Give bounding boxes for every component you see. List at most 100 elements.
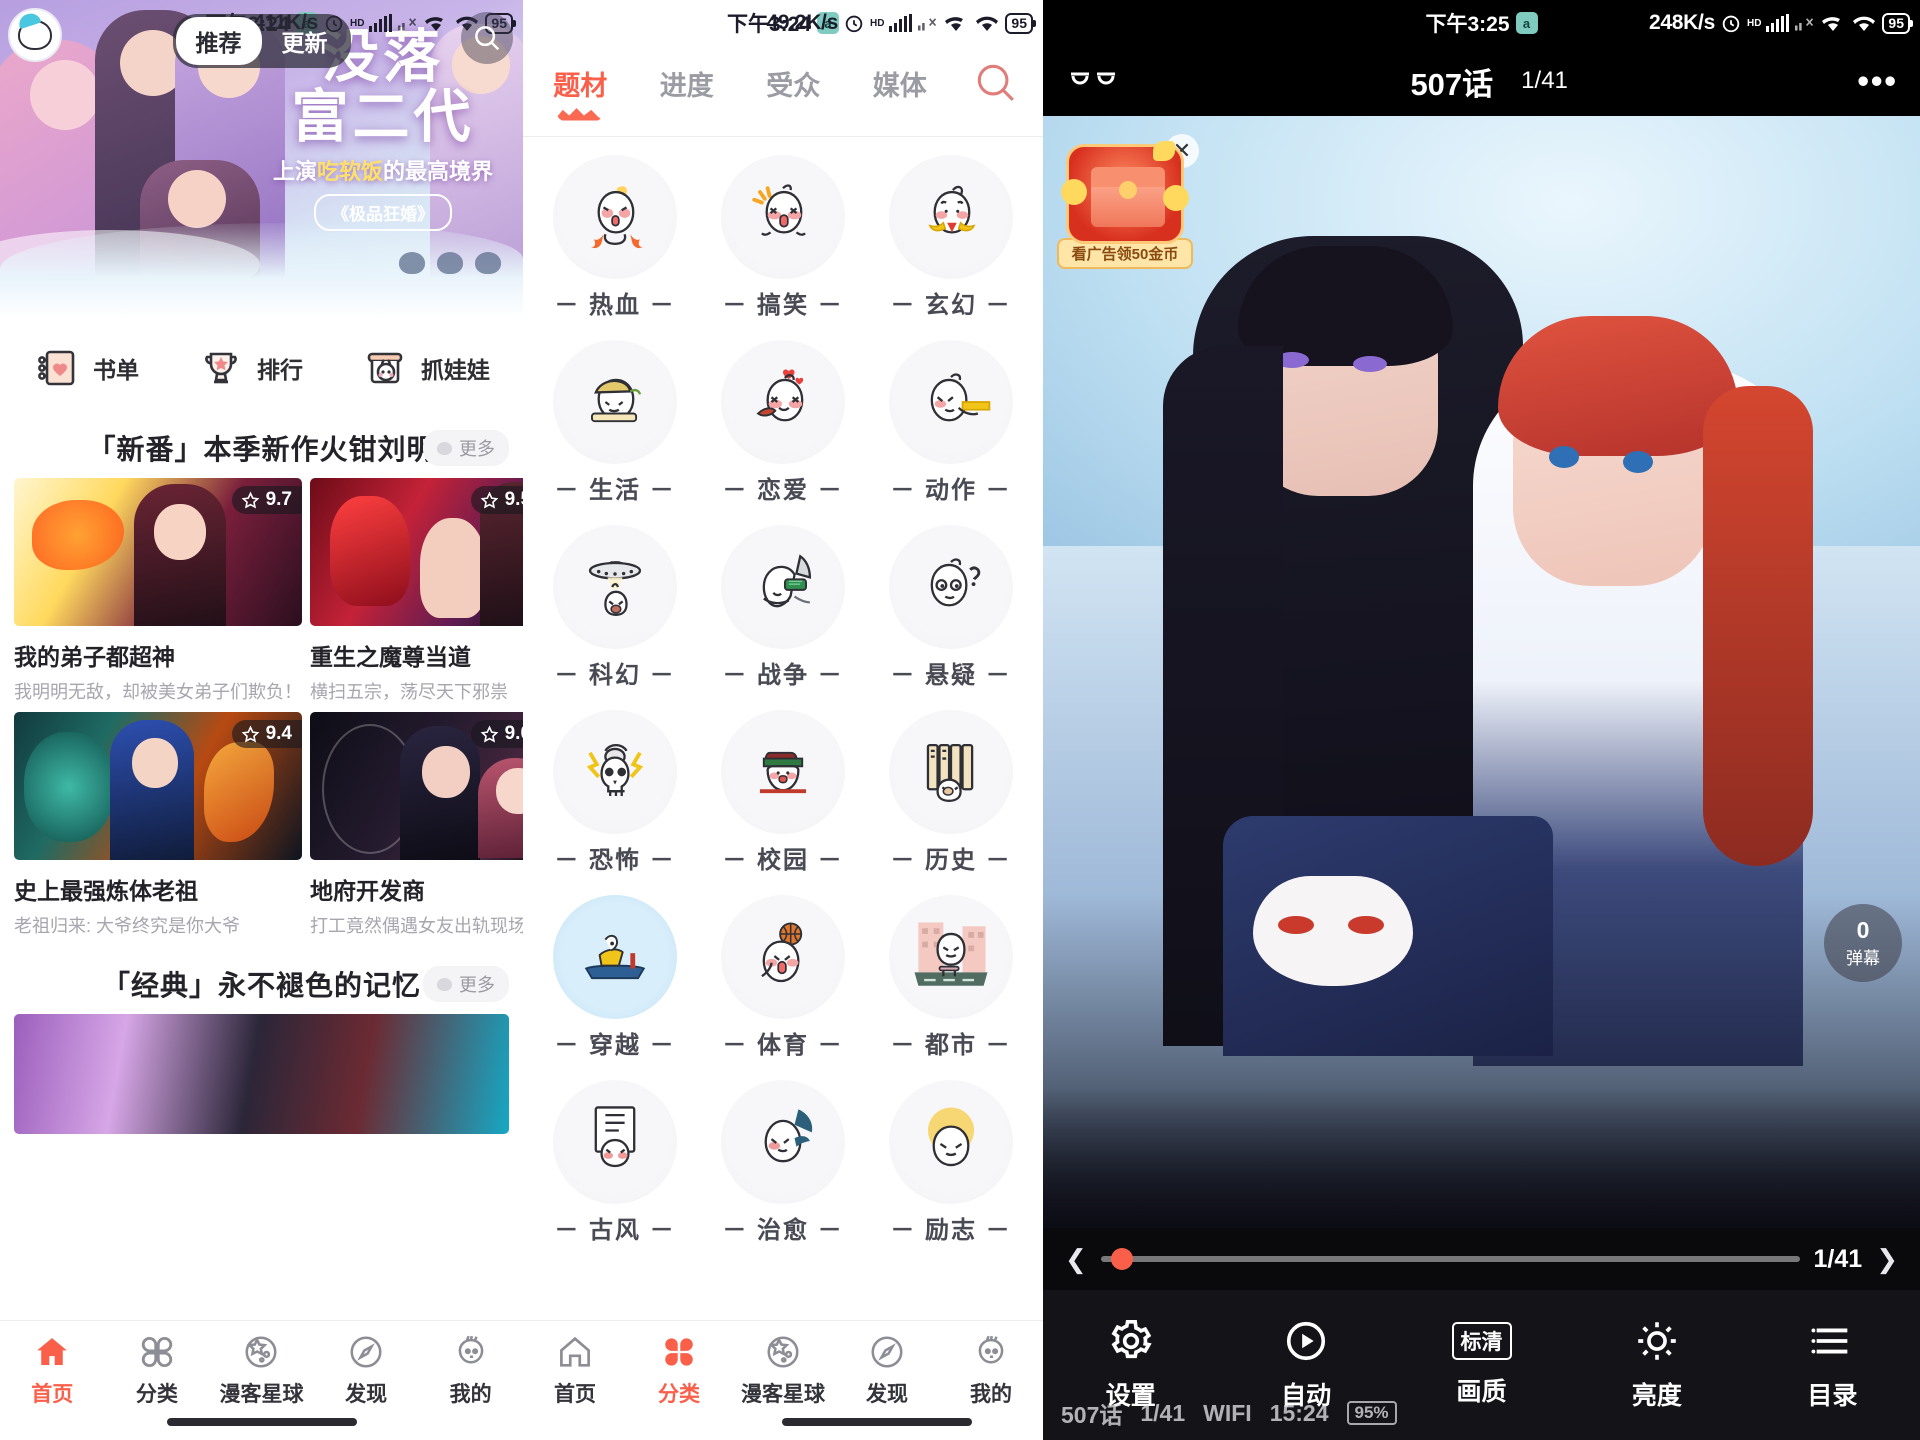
claw-machine-icon (367, 352, 403, 384)
comic-card[interactable]: 9.7 我的弟子都超神 我明明无敌，却被美女弟子们欺负！ (14, 478, 302, 704)
category-item-rexue[interactable]: － 热血 － (531, 155, 699, 320)
comic-score: 9.7 (231, 486, 302, 514)
ufo-icon (588, 561, 642, 616)
tabbar-label: 发现 (866, 1383, 908, 1406)
comic-thumbnail[interactable]: 9.5 (310, 478, 523, 626)
tabbar-item-planet[interactable]: 漫客星球 (731, 1333, 835, 1408)
tabbar-item-profile[interactable]: 我的 (418, 1333, 523, 1408)
tabbar-item-discover[interactable]: 发现 (314, 1333, 419, 1408)
category-item-zhiyu[interactable]: － 治愈 － (699, 1080, 867, 1245)
reader-seekbar[interactable]: ❮ 1/41 ❯ (1043, 1228, 1920, 1290)
signal-icon (369, 14, 393, 32)
tabbar-item-category[interactable]: 分类 (627, 1333, 731, 1408)
category-item-shenghuo[interactable]: － 生活 － (531, 340, 699, 505)
tabbar-item-profile[interactable]: 我的 (939, 1333, 1043, 1408)
tabbar-label: 我的 (970, 1383, 1012, 1406)
category-label: － 治愈 － (722, 1217, 844, 1244)
section-title: 「新番」本季新作火钳刘明 (87, 434, 436, 465)
toolbar-item-catalog[interactable]: 目录 (1745, 1318, 1920, 1412)
mystery-bun-icon (930, 558, 981, 607)
category-item-gufeng[interactable]: － 古风 － (531, 1080, 699, 1245)
planet-icon (245, 1336, 278, 1368)
tab-media[interactable]: 媒体 (847, 64, 954, 103)
danmaku-button[interactable]: 0 弹幕 (1824, 904, 1902, 982)
toolbar-item-quality[interactable]: 标清 画质 (1394, 1322, 1569, 1408)
tab-progress[interactable]: 进度 (634, 64, 741, 103)
reader-page: 1/41 (1521, 67, 1568, 94)
section-more-button[interactable]: 更多 (423, 966, 509, 1002)
city-bun-icon (914, 922, 988, 986)
comic-card[interactable]: 9.0 地府开发商 打工竟然偶遇女友出轨现场?! (310, 712, 523, 938)
sleepy-eyes-icon[interactable] (1065, 64, 1121, 98)
tabbar-item-planet[interactable]: 漫客星球 (209, 1333, 314, 1408)
gift-box-icon (1061, 141, 1189, 244)
signal-icon (1766, 14, 1790, 32)
category-image (721, 155, 845, 279)
comic-viewport[interactable]: ✕ 看广告领50金币 0 弹幕 (1043, 116, 1920, 1228)
more-dots-icon[interactable]: ••• (1857, 62, 1898, 100)
status-bar-category: 下午3:24 a 49.2K/s HD 95 (523, 0, 1043, 46)
laughing-bun-icon (752, 184, 806, 236)
tab-updates[interactable]: 更新 (262, 17, 348, 65)
category-grid: － 热血 － － 搞笑 － － 玄幻 － － 生活 － － 恋爱 － － 动作 … (523, 137, 1043, 1245)
planet-icon (767, 1336, 799, 1368)
trophy-icon (205, 352, 237, 384)
tab-audience[interactable]: 受众 (740, 64, 847, 103)
tab-genre[interactable]: 题材 (527, 64, 634, 103)
seek-knob[interactable] (1110, 1248, 1133, 1270)
avatar[interactable] (8, 8, 62, 62)
quick-entry-claw[interactable]: 抓娃娃 (361, 344, 490, 392)
comic-thumbnail[interactable]: 9.7 (14, 478, 302, 626)
category-item-xiaoyuan[interactable]: － 校园 － (699, 710, 867, 875)
category-item-kongbu[interactable]: － 恐怖 － (531, 710, 699, 875)
comic-card[interactable]: 9.4 史上最强炼体老祖 老祖归来: 大爷终究是你大爷 (14, 712, 302, 938)
tabbar-item-home[interactable]: 首页 (0, 1333, 105, 1408)
seek-track[interactable] (1100, 1248, 1800, 1270)
more-label: 更多 (459, 439, 495, 459)
action-bun-icon (930, 373, 991, 422)
section-more-button[interactable]: 更多 (423, 430, 509, 466)
classic-thumbnail[interactable] (14, 1014, 509, 1134)
category-search-button[interactable] (953, 60, 1039, 106)
tabbar-item-category[interactable]: 分类 (105, 1333, 210, 1408)
toolbar-item-brightness[interactable]: 亮度 (1569, 1318, 1744, 1412)
comic-card[interactable]: 9.5 重生之魔尊当道 横扫五宗，荡尽天下邪祟 (310, 478, 523, 704)
category-item-xuanhuan[interactable]: － 玄幻 － (867, 155, 1035, 320)
reader-title-group: 507话 1/41 (1121, 59, 1857, 104)
category-item-dongzuo[interactable]: － 动作 － (867, 340, 1035, 505)
hero-blob-decor (399, 252, 501, 274)
home-segmented-control[interactable]: 推荐 更新 (172, 14, 351, 68)
wifi-icon (976, 16, 999, 31)
category-image (889, 1080, 1013, 1204)
wifi-icon (1853, 16, 1876, 31)
quick-entry-booklist[interactable]: 书单 (33, 344, 139, 392)
play-circle-icon (1287, 1321, 1326, 1361)
search-button[interactable] (461, 12, 513, 64)
category-item-chuanyue[interactable]: － 穿越 － (531, 895, 699, 1060)
comic-thumbnail[interactable]: 9.0 (310, 712, 523, 860)
category-item-tiyu[interactable]: － 体育 － (699, 895, 867, 1060)
tabbar-label: 首页 (31, 1383, 74, 1406)
category-item-zhanzheng[interactable]: － 战争 － (699, 525, 867, 690)
category-item-xuanyi[interactable]: － 悬疑 － (867, 525, 1035, 690)
category-item-lishi[interactable]: － 历史 － (867, 710, 1035, 875)
tab-recommend[interactable]: 推荐 (175, 17, 262, 65)
category-item-gaoxiao[interactable]: － 搞笑 － (699, 155, 867, 320)
hero-banner[interactable]: 没落 富二代 上演吃软饭的最高境界 《极品狂婚》 下午3:24 a 411K/s (0, 0, 523, 318)
chevron-right-icon[interactable]: ❯ (1876, 1244, 1898, 1275)
comic-thumbnail[interactable]: 9.4 (14, 712, 302, 860)
category-item-lianai[interactable]: － 恋爱 － (699, 340, 867, 505)
danmaku-count: 0 (1856, 917, 1870, 943)
category-item-lizhi[interactable]: － 励志 － (867, 1080, 1035, 1245)
category-item-dushi[interactable]: － 都市 － (867, 895, 1035, 1060)
tabbar-item-discover[interactable]: 发现 (835, 1333, 939, 1408)
network-speed: 49.2K/s (766, 11, 839, 34)
quick-entry-ranking[interactable]: 排行 (197, 344, 303, 392)
category-item-kehuan[interactable]: － 科幻 － (531, 525, 699, 690)
ad-promo[interactable]: ✕ 看广告领50金币 (1055, 134, 1199, 269)
wifi-plus-icon (425, 17, 444, 31)
new-series-grid: 9.7 我的弟子都超神 我明明无敌，却被美女弟子们欺负！ 9.5 重生之魔尊当道 (0, 478, 523, 938)
chevron-left-icon[interactable]: ❮ (1065, 1244, 1087, 1275)
compass-icon (350, 1336, 382, 1368)
tabbar-item-home[interactable]: 首页 (523, 1333, 627, 1408)
